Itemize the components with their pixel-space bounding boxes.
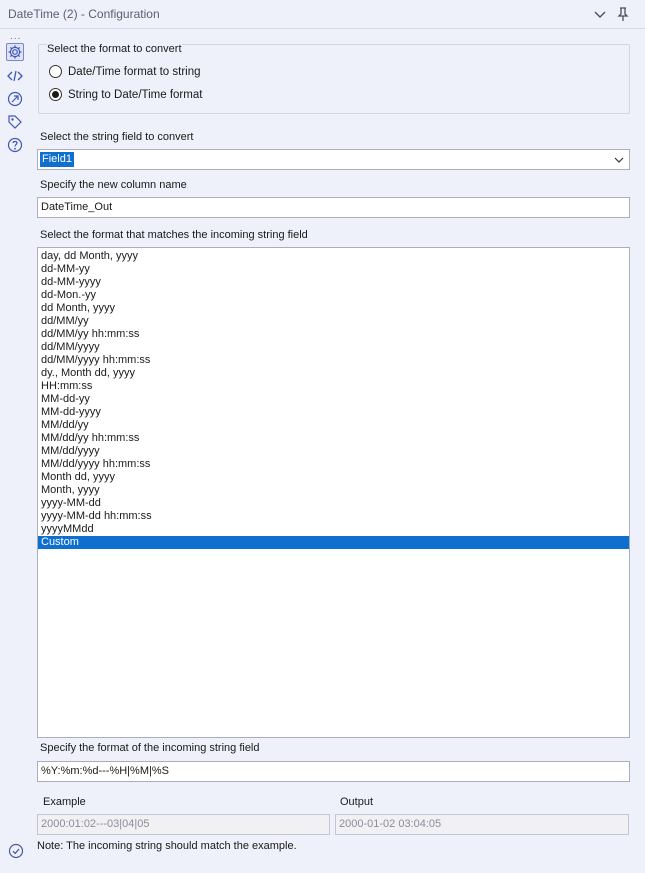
format-list-item[interactable]: MM-dd-yy [38, 393, 629, 406]
format-list-item[interactable]: yyyy-MM-dd hh:mm:ss [38, 510, 629, 523]
radio-button[interactable] [49, 88, 62, 101]
code-icon[interactable] [6, 67, 24, 85]
format-list-item[interactable]: dd-Mon.-yy [38, 289, 629, 302]
format-list-label: Select the format that matches the incom… [40, 229, 308, 241]
format-list-item[interactable]: MM/dd/yyyy hh:mm:ss [38, 458, 629, 471]
help-icon[interactable] [6, 136, 24, 154]
format-list-item[interactable]: dd/MM/yyyy [38, 341, 629, 354]
tag-icon[interactable] [6, 113, 24, 131]
window-title: DateTime (2) - Configuration [8, 7, 160, 21]
new-column-label: Specify the new column name [40, 179, 187, 191]
format-group-legend: Select the format to convert [47, 43, 182, 55]
format-list-item[interactable]: MM/dd/yyyy [38, 445, 629, 458]
note-text: Note: The incoming string should match t… [37, 840, 297, 852]
custom-format-label: Specify the format of the incoming strin… [40, 742, 260, 754]
chevron-down-icon[interactable] [591, 5, 609, 23]
left-rail: ... [0, 30, 30, 873]
connection-icon[interactable] [6, 90, 24, 108]
format-group: Select the format to convert Date/Time f… [38, 43, 630, 114]
format-list-item[interactable]: dd/MM/yy [38, 315, 629, 328]
radio-datetime-to-string[interactable]: Date/Time format to string [49, 65, 201, 78]
example-field: 2000:01:02---03|04|05 [37, 814, 330, 835]
string-field-select[interactable]: Field1 [37, 149, 630, 170]
format-list-item[interactable]: dd Month, yyyy [38, 302, 629, 315]
format-list-item[interactable]: MM/dd/yy hh:mm:ss [38, 432, 629, 445]
format-list-item[interactable]: dd/MM/yyyy hh:mm:ss [38, 354, 629, 367]
format-list-item[interactable]: Custom [38, 536, 629, 549]
custom-format-input[interactable]: %Y:%m:%d---%H|%M|%S [37, 761, 630, 782]
pin-icon[interactable] [614, 5, 632, 23]
chevron-down-icon[interactable] [613, 154, 625, 166]
string-field-label: Select the string field to convert [40, 131, 194, 143]
more-dots[interactable]: ... [10, 31, 21, 42]
format-list-item[interactable]: day, dd Month, yyyy [38, 250, 629, 263]
radio-label: String to Date/Time format [68, 88, 203, 101]
output-label: Output [340, 796, 374, 808]
string-field-selected: Field1 [40, 152, 74, 167]
gear-icon[interactable] [6, 43, 24, 61]
format-list-item[interactable]: dd-MM-yyyy [38, 276, 629, 289]
radio-label: Date/Time format to string [68, 65, 201, 78]
title-bar: DateTime (2) - Configuration [0, 0, 645, 29]
radio-string-to-datetime[interactable]: String to Date/Time format [49, 88, 202, 101]
output-field: 2000-01-02 03:04:05 [335, 814, 629, 835]
format-list-item[interactable]: yyyy-MM-dd [38, 497, 629, 510]
format-list-item[interactable]: HH:mm:ss [38, 380, 629, 393]
radio-button[interactable] [49, 65, 62, 78]
example-label: Example [43, 796, 86, 808]
check-circle-icon [8, 843, 24, 859]
format-list-item[interactable]: MM-dd-yyyy [38, 406, 629, 419]
format-list-item[interactable]: Month, yyyy [38, 484, 629, 497]
format-list-item[interactable]: MM/dd/yy [38, 419, 629, 432]
format-list-item[interactable]: yyyyMMdd [38, 523, 629, 536]
format-list-item[interactable]: Month dd, yyyy [38, 471, 629, 484]
configuration-panel: Select the format to convert Date/Time f… [30, 30, 639, 865]
format-list-item[interactable]: dd/MM/yy hh:mm:ss [38, 328, 629, 341]
new-column-input[interactable]: DateTime_Out [37, 197, 630, 218]
format-list-item[interactable]: dd-MM-yy [38, 263, 629, 276]
format-listbox[interactable]: day, dd Month, yyyy dd-MM-yy dd-MM-yyyy dd-… [37, 247, 630, 738]
format-list-item[interactable]: dy., Month dd, yyyy [38, 367, 629, 380]
